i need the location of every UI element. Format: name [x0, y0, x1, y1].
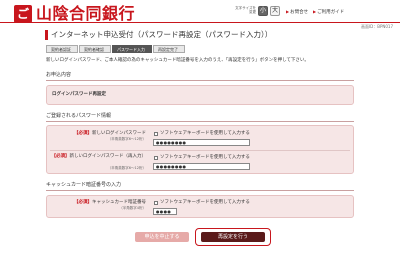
card-pin-keyboard-checkbox[interactable] — [154, 201, 158, 205]
card-section-title: キャッシュカード暗証番号の入力 — [46, 182, 122, 188]
step-reset-complete: 再設定完了 — [153, 45, 185, 53]
bank-logo-icon: ご — [14, 5, 32, 23]
page-title: インターネット申込受付（パスワード再設定（パスワード入力）） — [51, 30, 273, 39]
application-section-title: お申込内容 — [46, 72, 72, 78]
confirm-password-input[interactable]: ●●●●●●●● — [153, 163, 250, 170]
confirm-password-keyboard-label: ソフトウェアキーボードを使用して入力する — [160, 155, 250, 160]
guide-link[interactable]: ▶ご利用ガイド — [313, 9, 344, 16]
application-content: ログインパスワード再設定 — [52, 92, 106, 97]
header-divider — [0, 22, 400, 23]
row-divider — [50, 150, 350, 151]
new-password-input[interactable]: ●●●●●●●● — [153, 139, 250, 146]
new-password-keyboard-label: ソフトウェアキーボードを使用して入力する — [160, 131, 250, 136]
step-contract-auth: 契約者認証 — [46, 45, 78, 53]
section-divider — [46, 190, 354, 191]
card-pin-hint: （半角数字4桁） — [119, 206, 146, 210]
font-size-label: 文字サイズを変更 — [235, 6, 256, 14]
font-small-button[interactable]: 小 — [258, 6, 268, 16]
title-accent — [45, 30, 48, 40]
step-contract-confirm: 契約者確認 — [79, 45, 111, 53]
application-box: ログインパスワード再設定 — [46, 85, 354, 105]
card-pin-input[interactable]: ●●●● — [153, 208, 177, 215]
section-divider — [46, 121, 354, 122]
arrow-icon: ▶ — [313, 9, 317, 14]
confirm-password-keyboard-checkbox[interactable] — [154, 156, 158, 160]
confirm-password-label: 【必須】新しいログインパスワード（再入力） — [51, 154, 147, 159]
contact-link[interactable]: ▶お問合せ — [286, 9, 308, 16]
contact-link-label: お問合せ — [290, 10, 309, 15]
cancel-application-button[interactable]: 申込を中止する — [135, 232, 189, 242]
section-divider — [46, 80, 354, 81]
guide-link-label: ご利用ガイド — [317, 10, 345, 15]
new-password-keyboard-checkbox[interactable] — [154, 132, 158, 136]
step-password-input: パスワード入力 — [112, 45, 152, 53]
arrow-icon: ▶ — [286, 9, 290, 14]
confirm-password-hint: （半角英数字6〜12桁） — [107, 166, 146, 170]
font-large-button[interactable]: 大 — [270, 6, 280, 16]
reset-password-button[interactable]: 再設定を行う — [201, 232, 265, 242]
screen-id: 画面ID：BPN017 — [360, 24, 393, 29]
password-box: 【必須】新しいログインパスワード （半角英数字6〜12桁） ソフトウェアキーボー… — [46, 125, 354, 174]
new-password-hint: （半角英数字6〜12桁） — [107, 137, 146, 141]
card-box: 【必須】キャッシュカード暗証番号 （半角数字4桁） ソフトウェアキーボードを使用… — [46, 195, 354, 218]
instruction-text: 新しいログインパスワード、ご本人確認の為のキャッシュカード暗証番号を入力のうえ、… — [46, 58, 309, 63]
progress-steps: 契約者認証 契約者確認 パスワード入力 再設定完了 — [46, 45, 186, 53]
bank-name[interactable]: 山陰合同銀行 — [36, 4, 135, 24]
password-section-title: ご登録されるパスワード情報 — [46, 113, 112, 119]
card-pin-keyboard-label: ソフトウェアキーボードを使用して入力する — [160, 200, 250, 205]
